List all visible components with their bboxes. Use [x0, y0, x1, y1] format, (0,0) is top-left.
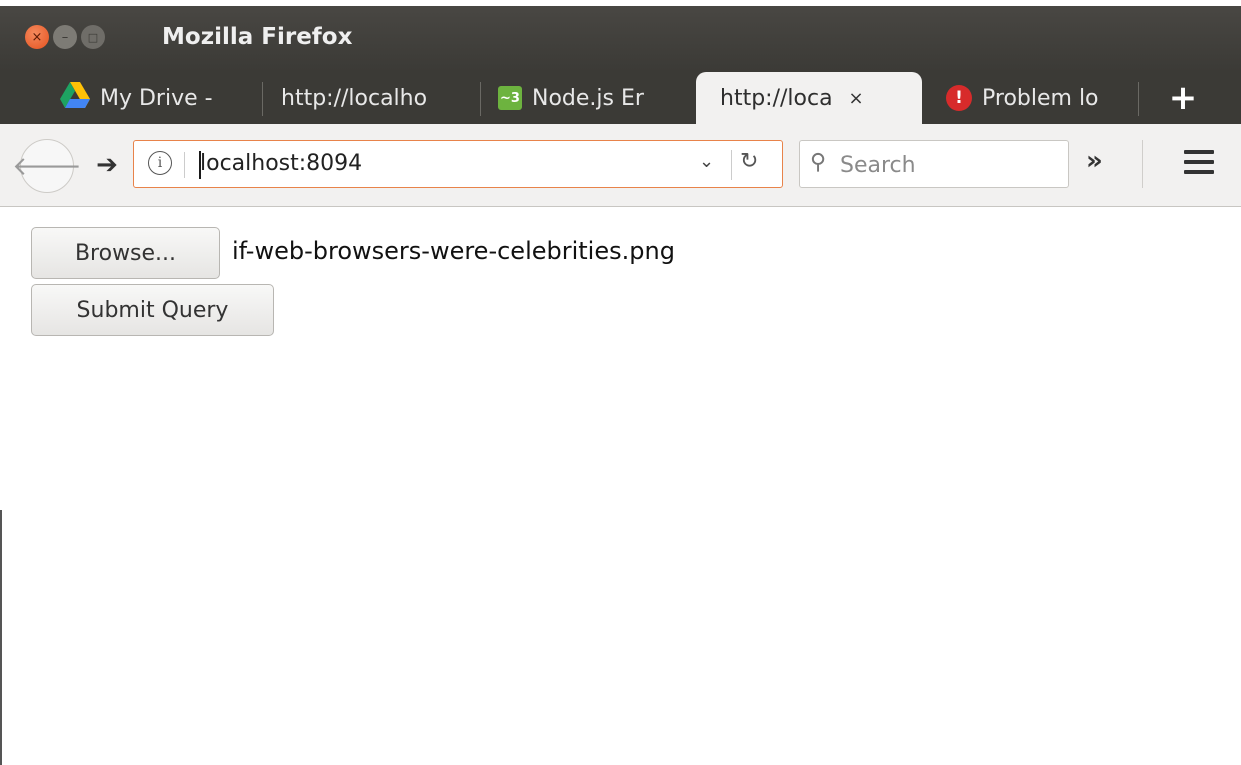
tab-separator	[480, 82, 481, 116]
url-bar[interactable]: i localhost:8094 ⌄ ↻	[133, 140, 783, 188]
reload-icon[interactable]: ↻	[740, 149, 758, 174]
tab-label: Problem lo	[982, 85, 1099, 111]
back-button[interactable]: 🡐	[12, 139, 82, 193]
tab-my-drive[interactable]: My Drive -	[60, 72, 256, 124]
tab-label: Node.js Er	[532, 85, 644, 111]
search-input[interactable]	[838, 147, 1062, 183]
toolbar-divider	[1142, 140, 1143, 188]
window-close-button[interactable]: ×	[25, 25, 49, 49]
tab-separator	[1138, 82, 1139, 116]
tab-strip: My Drive - http://localho ~3 Node.js Er …	[0, 72, 1241, 124]
url-text[interactable]: localhost:8094	[200, 151, 362, 176]
close-tab-icon[interactable]: ×	[849, 88, 864, 109]
search-bar[interactable]: ⚲	[799, 140, 1069, 188]
back-arrow-icon: 🡐	[12, 151, 82, 182]
forward-button[interactable]: ➔	[92, 150, 122, 180]
firefox-window: × – □ Mozilla Firefox My Drive - http://…	[0, 0, 1241, 765]
screen-top-band	[0, 0, 1241, 6]
page-content: Browse... if-web-browsers-were-celebriti…	[0, 207, 1241, 765]
text-cursor	[199, 151, 201, 179]
browse-button[interactable]: Browse...	[31, 227, 220, 279]
tab-nodejs[interactable]: ~3 Node.js Er	[498, 72, 678, 124]
overflow-chevron-icon[interactable]: »	[1086, 146, 1103, 176]
tab-separator	[262, 82, 263, 116]
google-drive-icon	[60, 82, 90, 114]
hamburger-menu-icon[interactable]	[1184, 150, 1214, 174]
site-info-icon[interactable]: i	[148, 151, 172, 175]
navigation-toolbar: 🡐 ➔ i localhost:8094 ⌄ ↻ ⚲ »	[0, 124, 1241, 207]
search-icon[interactable]: ⚲	[810, 150, 826, 175]
chevron-down-icon[interactable]: ⌄	[699, 151, 714, 172]
tab-problem[interactable]: ! Problem lo	[946, 72, 1126, 124]
tab-label: http://localho	[281, 85, 428, 111]
window-edge	[0, 510, 2, 765]
node-w3-icon: ~3	[498, 86, 522, 110]
url-divider	[731, 150, 732, 180]
window-maximize-button[interactable]: □	[81, 25, 105, 49]
warning-icon: !	[946, 85, 972, 111]
new-tab-button[interactable]: +	[1163, 72, 1203, 124]
selected-filename: if-web-browsers-were-celebrities.png	[232, 237, 675, 265]
tab-localhost-1[interactable]: http://localho	[281, 72, 461, 124]
forward-arrow-icon: ➔	[96, 150, 118, 180]
tab-label: http://loca	[720, 85, 833, 111]
submit-query-button[interactable]: Submit Query	[31, 284, 274, 336]
url-divider	[184, 152, 185, 178]
window-title: Mozilla Firefox	[162, 24, 353, 50]
tab-localhost-active[interactable]: http://loca ×	[696, 72, 922, 124]
tab-label: My Drive -	[100, 85, 213, 111]
window-minimize-button[interactable]: –	[53, 25, 77, 49]
title-bar: × – □ Mozilla Firefox	[0, 0, 1241, 72]
